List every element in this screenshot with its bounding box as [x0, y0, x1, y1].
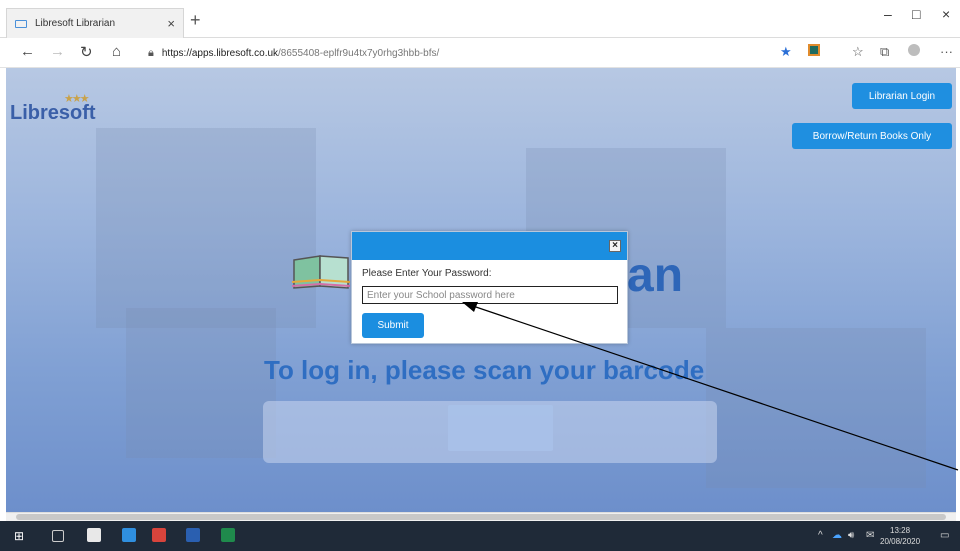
page-title: an — [627, 249, 684, 302]
lock-icon: 🔒︎ — [148, 46, 154, 59]
tray-chevron-icon[interactable]: ^ — [818, 530, 823, 541]
scan-barcode-prompt: To log in, please scan your barcode — [264, 355, 705, 385]
dialog-close-icon[interactable]: × — [609, 240, 621, 252]
address-bar: ← → ↻ ⌂ 🔒︎ https://apps.libresoft.co.uk … — [0, 38, 960, 68]
tab-title: Libresoft Librarian — [35, 18, 116, 29]
back-icon[interactable]: ← — [20, 43, 35, 60]
onedrive-icon[interactable]: ☁ — [832, 530, 842, 541]
word-icon[interactable] — [186, 528, 200, 542]
book-logo-icon — [291, 255, 351, 289]
profile-icon[interactable] — [908, 44, 920, 59]
password-input[interactable] — [362, 286, 618, 304]
minimize-button[interactable]: – — [884, 6, 892, 22]
tab-close-icon[interactable]: × — [167, 16, 175, 31]
clock-date: 20/08/2020 — [880, 537, 921, 546]
forward-icon[interactable]: → — [50, 43, 65, 60]
tab-favicon-icon — [15, 19, 27, 28]
password-label: Please Enter Your Password: — [362, 268, 492, 279]
start-icon[interactable]: ⊞ — [14, 530, 26, 542]
submit-button[interactable]: Submit — [362, 313, 424, 338]
notifications-icon[interactable]: ▭ — [940, 530, 949, 541]
app-icon-1[interactable] — [122, 528, 136, 542]
scrollbar-thumb[interactable] — [16, 514, 946, 520]
home-icon[interactable]: ⌂ — [112, 43, 121, 60]
extension-icon[interactable] — [808, 44, 820, 59]
system-clock[interactable]: 13:28 20/08/2020 — [880, 525, 920, 547]
favorites-icon[interactable]: ☆ — [852, 44, 864, 60]
clock-time: 13:28 — [890, 526, 911, 535]
horizontal-scrollbar[interactable] — [6, 512, 956, 521]
new-tab-button[interactable]: + — [190, 10, 201, 31]
browser-titlebar: Libresoft Librarian × + – □ × — [0, 0, 960, 38]
borrow-return-button[interactable]: Borrow/Return Books Only — [792, 123, 952, 149]
favorite-star-icon[interactable]: ★ — [780, 44, 792, 60]
maximize-button[interactable]: □ — [912, 6, 920, 22]
url-path: /8655408-eplfr9u4tx7y0rhg3hbb-bfs/ — [278, 47, 440, 59]
app-icon-2[interactable] — [152, 528, 166, 542]
browser-tab[interactable]: Libresoft Librarian × — [6, 8, 184, 38]
refresh-icon[interactable]: ↻ — [80, 43, 93, 61]
excel-icon[interactable] — [221, 528, 235, 542]
close-window-button[interactable]: × — [942, 6, 950, 22]
task-view-icon[interactable] — [52, 530, 64, 542]
file-explorer-icon[interactable] — [87, 528, 101, 542]
url-field[interactable]: 🔒︎ https://apps.libresoft.co.uk /8655408… — [148, 44, 768, 62]
windows-taskbar: ⊞ ^ ☁ 🔊︎ ✉ 13:28 20/08/2020 ▭ — [0, 521, 960, 551]
more-menu-icon[interactable]: ··· — [940, 44, 953, 59]
network-icon[interactable]: ✉ — [866, 530, 874, 541]
url-host: https://apps.libresoft.co.uk — [161, 47, 279, 59]
logo-stars-icon: ★★★ — [64, 93, 90, 105]
dialog-header: × — [352, 232, 627, 260]
librarian-login-button[interactable]: Librarian Login — [852, 83, 952, 109]
barcode-input-area[interactable] — [263, 401, 717, 463]
libresoft-logo[interactable]: Libresoft — [10, 102, 96, 125]
volume-icon[interactable]: 🔊︎ — [848, 530, 854, 541]
collections-icon[interactable]: ⧉ — [880, 44, 889, 60]
barcode-field[interactable] — [448, 405, 553, 451]
password-dialog: × Please Enter Your Password: Submit — [351, 231, 628, 344]
